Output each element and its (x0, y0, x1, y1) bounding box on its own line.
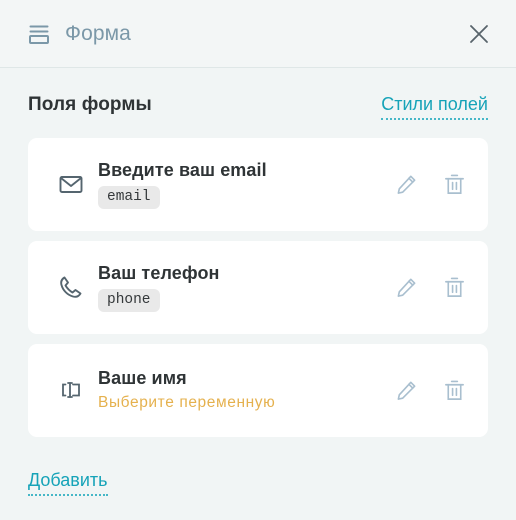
panel-header: Форма (0, 0, 516, 68)
header-title-group: Форма (26, 21, 131, 47)
delete-field-button[interactable] (442, 378, 466, 402)
pencil-icon (395, 379, 418, 402)
form-editor-panel: Форма Поля формы Стили полей Введите ваш… (0, 0, 516, 520)
panel-title: Форма (65, 21, 131, 45)
field-text-group: Введите ваш email email (94, 160, 394, 210)
field-actions (394, 172, 466, 196)
panel-footer: Добавить (0, 450, 516, 520)
field-styles-link[interactable]: Стили полей (381, 94, 488, 120)
section-header: Поля формы Стили полей (28, 94, 488, 120)
close-icon (468, 23, 490, 45)
add-field-link[interactable]: Добавить (28, 470, 108, 496)
edit-field-button[interactable] (394, 378, 418, 402)
trash-icon (443, 379, 466, 402)
field-warning-text: Выберите переменную (98, 394, 276, 412)
delete-field-button[interactable] (442, 275, 466, 299)
phone-icon (48, 274, 94, 300)
panel-content: Поля формы Стили полей Введите ваш email… (0, 68, 516, 450)
field-title: Введите ваш email (98, 159, 267, 180)
delete-field-button[interactable] (442, 172, 466, 196)
field-title: Ваше имя (98, 368, 187, 389)
text-input-icon (48, 377, 94, 403)
field-text-group: Ваше имя Выберите переменную (94, 368, 394, 412)
pencil-icon (395, 276, 418, 299)
trash-icon (443, 276, 466, 299)
field-actions (394, 378, 466, 402)
envelope-icon (48, 171, 94, 197)
edit-field-button[interactable] (394, 172, 418, 196)
edit-field-button[interactable] (394, 275, 418, 299)
field-card-phone[interactable]: Ваш телефон phone (28, 240, 488, 334)
field-variable-badge: email (98, 185, 160, 210)
pencil-icon (395, 173, 418, 196)
field-title: Ваш телефон (98, 262, 220, 283)
form-icon (26, 21, 52, 47)
trash-icon (443, 173, 466, 196)
field-card-email[interactable]: Введите ваш email email (28, 137, 488, 231)
section-title: Поля формы (28, 94, 152, 115)
field-card-name[interactable]: Ваше имя Выберите переменную (28, 343, 488, 437)
field-text-group: Ваш телефон phone (94, 263, 394, 313)
field-variable-badge: phone (98, 288, 160, 313)
close-button[interactable] (462, 17, 496, 51)
field-actions (394, 275, 466, 299)
form-fields-list: Введите ваш email email Ваш телефон phon… (28, 137, 488, 437)
